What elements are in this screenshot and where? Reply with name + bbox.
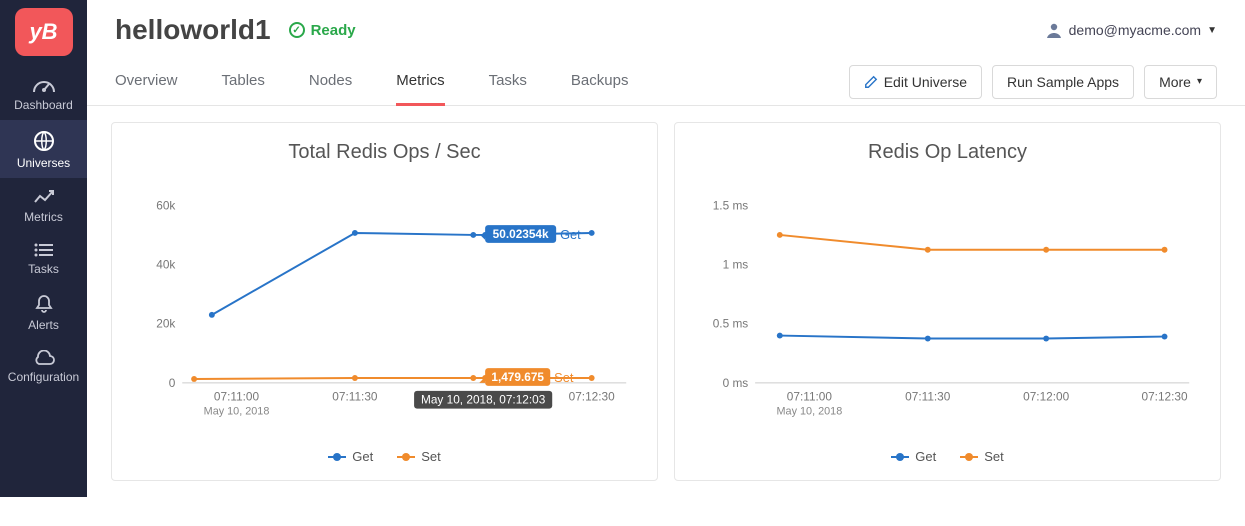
svg-text:07:12:00: 07:12:00 [1023,390,1069,404]
tab-tasks[interactable]: Tasks [489,58,527,106]
svg-text:50.02354k: 50.02354k [493,227,549,241]
sidebar-item-configuration[interactable]: Configuration [0,340,87,392]
metrics-icon [33,188,55,206]
universe-title: helloworld1 [115,14,271,46]
sidebar-item-dashboard[interactable]: Dashboard [0,66,87,120]
tabbar: Overview Tables Nodes Metrics Tasks Back… [87,58,1245,106]
legend-item-set[interactable]: Set [960,449,1004,464]
svg-text:Set: Set [554,370,574,385]
tooltip-set: 1,479.675 [479,368,550,386]
svg-text:1.5 ms: 1.5 ms [713,198,749,212]
svg-text:1 ms: 1 ms [723,257,749,271]
chart-legend: Get Set [128,449,641,464]
chart-redis-ops[interactable]: 0 20k 40k 60k 07:11:00 07:11:30 07:12:00… [128,174,641,434]
logo[interactable]: yB [15,8,73,56]
status-label: Ready [311,22,356,39]
globe-icon [33,130,55,152]
chart-legend: Get Set [691,449,1204,464]
sidebar-item-metrics[interactable]: Metrics [0,178,87,232]
status-badge: Ready [289,22,356,39]
svg-text:0: 0 [169,376,176,390]
gauge-icon [32,76,56,94]
user-icon [1045,21,1063,39]
check-circle-icon [289,22,305,38]
svg-text:07:11:30: 07:11:30 [905,390,951,404]
user-email: demo@myacme.com [1069,22,1201,38]
caret-down-icon: ▼ [1207,25,1217,36]
svg-text:May 10, 2018: May 10, 2018 [204,405,270,417]
chart-title: Redis Op Latency [691,141,1204,164]
sidebar-item-label: Universes [17,156,70,170]
tab-tables[interactable]: Tables [222,58,265,106]
sidebar: yB Dashboard Universes Metrics Tasks Ale… [0,0,87,497]
svg-text:May 10, 2018, 07:12:03: May 10, 2018, 07:12:03 [421,393,546,407]
svg-text:0 ms: 0 ms [723,376,749,390]
legend-item-get[interactable]: Get [891,449,936,464]
svg-text:07:12:30: 07:12:30 [1142,390,1188,404]
sidebar-item-universes[interactable]: Universes [0,120,87,178]
svg-text:07:11:00: 07:11:00 [214,390,260,404]
chart-redis-latency[interactable]: 0 ms 0.5 ms 1 ms 1.5 ms 07:11:00 07:11:3… [691,174,1204,434]
edit-universe-button[interactable]: Edit Universe [849,65,982,99]
sidebar-item-label: Tasks [28,262,59,276]
sidebar-item-label: Metrics [24,210,63,224]
svg-text:40k: 40k [156,257,175,271]
chart-card-redis-latency: Redis Op Latency 0 ms 0.5 ms 1 ms 1.5 ms… [674,122,1221,481]
chart-title: Total Redis Ops / Sec [128,141,641,164]
topbar: helloworld1 Ready demo@myacme.com ▼ [87,0,1245,52]
svg-text:07:11:00: 07:11:00 [787,390,833,404]
tab-nodes[interactable]: Nodes [309,58,352,106]
more-menu-button[interactable]: More▾ [1144,65,1217,99]
caret-down-icon: ▾ [1197,76,1202,87]
sidebar-item-label: Alerts [28,318,59,332]
tooltip-time: May 10, 2018, 07:12:03 [414,391,552,409]
svg-text:0.5 ms: 0.5 ms [713,317,749,331]
svg-text:20k: 20k [156,317,175,331]
tooltip-get: 50.02354k [479,225,556,243]
svg-text:60k: 60k [156,198,175,212]
svg-text:07:12:30: 07:12:30 [569,390,615,404]
svg-text:1,479.675: 1,479.675 [491,370,544,384]
cloud-icon [32,350,56,366]
svg-text:07:11:30: 07:11:30 [332,390,378,404]
bell-icon [34,294,54,314]
svg-text:Get: Get [560,227,581,242]
chart-card-redis-ops: Total Redis Ops / Sec 0 20k 40k 60k 07:1… [111,122,658,481]
svg-text:May 10, 2018: May 10, 2018 [777,405,843,417]
tab-backups[interactable]: Backups [571,58,629,106]
run-sample-apps-button[interactable]: Run Sample Apps [992,65,1134,99]
sidebar-item-alerts[interactable]: Alerts [0,284,87,340]
pencil-icon [864,75,878,89]
legend-item-set[interactable]: Set [397,449,441,464]
legend-item-get[interactable]: Get [328,449,373,464]
sidebar-item-label: Configuration [8,370,79,384]
sidebar-item-label: Dashboard [14,98,73,112]
sidebar-item-tasks[interactable]: Tasks [0,232,87,284]
list-icon [33,242,55,258]
tab-metrics[interactable]: Metrics [396,58,444,106]
tab-overview[interactable]: Overview [115,58,178,106]
user-menu[interactable]: demo@myacme.com ▼ [1045,21,1217,39]
